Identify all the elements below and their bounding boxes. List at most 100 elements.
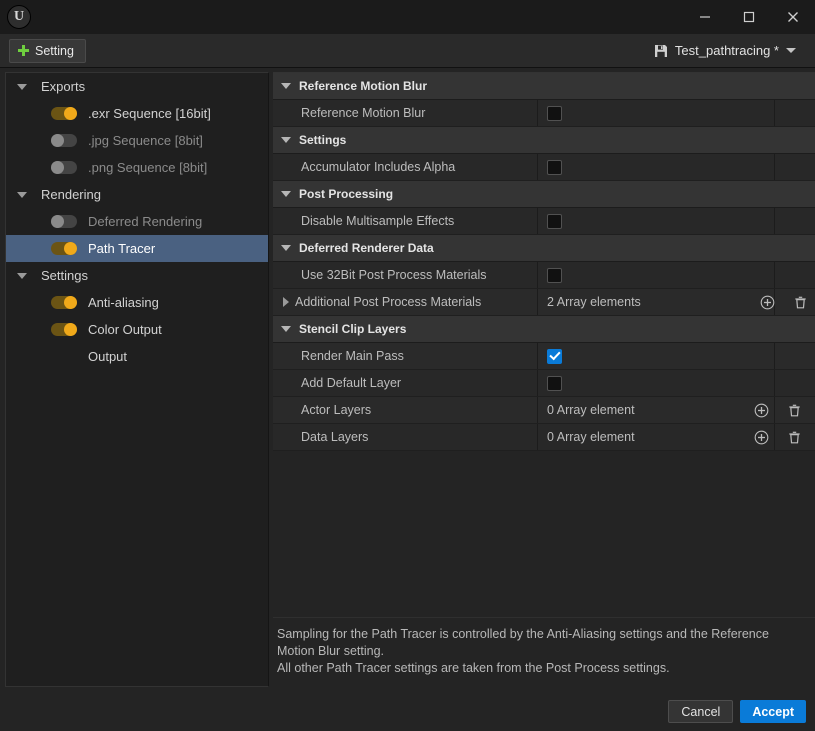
- property-label: Actor Layers: [301, 403, 372, 417]
- property-checkbox[interactable]: [547, 159, 562, 175]
- toggle-switch[interactable]: [51, 323, 77, 336]
- tree-group-rendering[interactable]: Rendering: [6, 181, 268, 208]
- property-reset-cell: [775, 154, 815, 180]
- category-header-deferred-renderer-data[interactable]: Deferred Renderer Data: [273, 235, 815, 262]
- chevron-down-icon[interactable]: [281, 191, 291, 197]
- preset-name: Test_pathtracing *: [674, 43, 779, 58]
- property-label: Render Main Pass: [301, 349, 404, 363]
- property-reset-cell: [775, 397, 815, 423]
- property-reset-cell: [775, 208, 815, 234]
- category-label: Stencil Clip Layers: [299, 322, 407, 336]
- chevron-down-icon[interactable]: [281, 137, 291, 143]
- property-value-cell: 0 Array element: [538, 424, 800, 450]
- tree-group-settings[interactable]: Settings: [6, 262, 268, 289]
- toggle-switch[interactable]: [51, 215, 77, 228]
- sidebar-item-anti-aliasing[interactable]: Anti-aliasing: [6, 289, 268, 316]
- sidebar-item-png-sequence-8bit[interactable]: .png Sequence [8bit]: [6, 154, 268, 181]
- sidebar-item-path-tracer[interactable]: Path Tracer: [6, 235, 268, 262]
- property-row: Reference Motion Blur: [273, 100, 815, 127]
- logo-glyph: U: [13, 9, 25, 24]
- array-element-count: 2 Array elements: [547, 295, 641, 309]
- unreal-engine-logo-icon: U: [7, 5, 31, 29]
- property-name-cell: Reference Motion Blur: [273, 100, 538, 126]
- add-setting-label: Setting: [35, 43, 74, 58]
- category-header-post-processing[interactable]: Post Processing: [273, 181, 815, 208]
- chevron-down-icon[interactable]: [281, 326, 291, 332]
- category-header-settings[interactable]: Settings: [273, 127, 815, 154]
- property-value-cell: [538, 343, 775, 369]
- property-label: Use 32Bit Post Process Materials: [301, 268, 487, 282]
- sidebar-item-output[interactable]: Output: [6, 343, 268, 370]
- property-row: Accumulator Includes Alpha: [273, 154, 815, 181]
- property-reset-cell: [775, 424, 815, 450]
- property-row: Actor Layers 0 Array element: [273, 397, 815, 424]
- toggle-switch[interactable]: [51, 107, 77, 120]
- toggle-switch[interactable]: [51, 242, 77, 255]
- toggle-switch[interactable]: [51, 161, 77, 174]
- category-label: Settings: [299, 133, 347, 147]
- description-line-2: Motion Blur setting.: [277, 644, 384, 658]
- property-value-cell: [538, 370, 775, 396]
- preset-selector[interactable]: Test_pathtracing *: [654, 43, 806, 58]
- chevron-right-icon[interactable]: [283, 297, 289, 307]
- property-checkbox[interactable]: [547, 267, 562, 283]
- chevron-down-icon[interactable]: [281, 245, 291, 251]
- dialog-body: Exports .exr Sequence [16bit] .jpg Sequenc…: [0, 68, 815, 695]
- add-element-icon[interactable]: [753, 429, 770, 446]
- close-icon[interactable]: [771, 0, 815, 34]
- property-value-cell: [538, 154, 775, 180]
- minimize-icon[interactable]: [683, 0, 727, 34]
- add-element-icon[interactable]: [753, 402, 770, 419]
- add-element-icon[interactable]: [759, 294, 776, 311]
- property-checkbox[interactable]: [547, 213, 562, 229]
- array-element-count: 0 Array element: [547, 430, 635, 444]
- sidebar-item-label: Output: [88, 349, 128, 364]
- toggle-switch[interactable]: [51, 134, 77, 147]
- settings-dialog: U Setting Test_pathtracing * Exports .ex…: [0, 0, 815, 731]
- property-checkbox[interactable]: [547, 375, 562, 391]
- chevron-down-icon[interactable]: [281, 83, 291, 89]
- category-header-reference-motion-blur[interactable]: Reference Motion Blur: [273, 73, 815, 100]
- title-bar: U: [0, 0, 815, 34]
- property-label: Reference Motion Blur: [301, 106, 426, 120]
- toggle-switch[interactable]: [51, 296, 77, 309]
- category-header-stencil-clip-layers[interactable]: Stencil Clip Layers: [273, 316, 815, 343]
- chevron-down-icon[interactable]: [17, 83, 27, 90]
- property-label: Disable Multisample Effects: [301, 214, 455, 228]
- chevron-down-icon[interactable]: [786, 48, 796, 53]
- toolbar: Setting Test_pathtracing *: [0, 34, 815, 68]
- property-value-cell: 0 Array element: [538, 397, 800, 423]
- property-row: Disable Multisample Effects: [273, 208, 815, 235]
- property-label: Additional Post Process Materials: [295, 295, 482, 309]
- tree-group-exports[interactable]: Exports: [6, 73, 268, 100]
- maximize-icon[interactable]: [727, 0, 771, 34]
- sidebar-item-label: Anti-aliasing: [88, 295, 159, 310]
- chevron-down-icon[interactable]: [17, 191, 27, 198]
- sidebar-item-color-output[interactable]: Color Output: [6, 316, 268, 343]
- tree-group-label: Settings: [41, 268, 88, 283]
- sidebar-item-label: Color Output: [88, 322, 162, 337]
- property-row: Additional Post Process Materials 2 Array…: [273, 289, 815, 316]
- property-value-cell: [538, 208, 775, 234]
- sidebar-item-exr-sequence-16bit[interactable]: .exr Sequence [16bit]: [6, 100, 268, 127]
- chevron-down-icon[interactable]: [17, 272, 27, 279]
- sidebar-item-deferred-rendering[interactable]: Deferred Rendering: [6, 208, 268, 235]
- sidebar-item-label: Deferred Rendering: [88, 214, 203, 229]
- sidebar-item-label: Path Tracer: [88, 241, 156, 256]
- toggle-knob: [64, 242, 77, 255]
- property-reset-cell: [775, 262, 815, 288]
- property-value-cell: [538, 100, 775, 126]
- tree-group-label: Exports: [41, 79, 86, 94]
- property-checkbox[interactable]: [547, 105, 562, 121]
- property-name-cell: Use 32Bit Post Process Materials: [273, 262, 538, 288]
- dialog-footer: Cancel Accept: [0, 695, 815, 731]
- sidebar-item-jpg-sequence-8bit[interactable]: .jpg Sequence [8bit]: [6, 127, 268, 154]
- property-list: Reference Motion Blur Reference Motion Bl…: [273, 72, 815, 617]
- accept-button[interactable]: Accept: [740, 700, 806, 723]
- sidebar-item-label: .exr Sequence [16bit]: [88, 106, 211, 121]
- property-reset-cell: [775, 370, 815, 396]
- property-checkbox[interactable]: [547, 348, 562, 364]
- detail-panel: Reference Motion Blur Reference Motion Bl…: [273, 72, 815, 687]
- add-setting-button[interactable]: Setting: [9, 38, 86, 63]
- cancel-button[interactable]: Cancel: [668, 700, 734, 723]
